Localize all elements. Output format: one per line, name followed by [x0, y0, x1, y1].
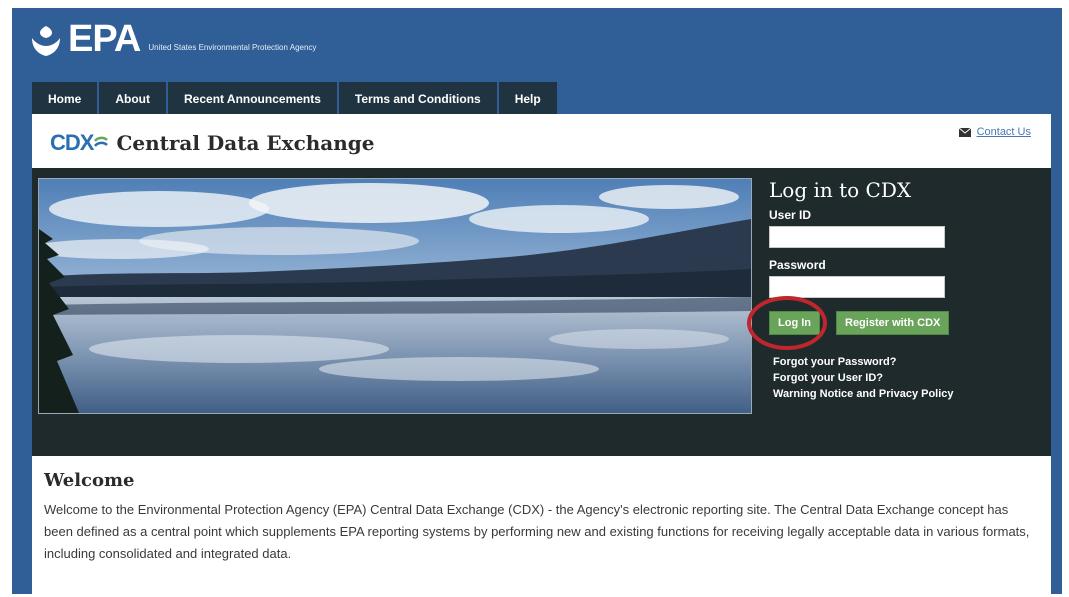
hero-band: Log in to CDX User ID Password Log In Re… [32, 168, 1051, 456]
cdx-logo[interactable]: CDX Central Data Exchange [50, 130, 375, 156]
forgot-password-link[interactable]: Forgot your Password? [773, 356, 1039, 368]
content-container: CDX Central Data Exchange Contact Us Log… [32, 114, 1051, 594]
epa-logo[interactable]: EPA United States Environmental Protecti… [28, 20, 316, 58]
user-id-input[interactable] [769, 226, 945, 248]
mail-icon [958, 127, 971, 137]
nav-item-help[interactable]: Help [498, 82, 557, 114]
login-title: Log in to CDX [769, 178, 912, 202]
contact-us-link[interactable]: Contact Us [977, 126, 1031, 138]
main-nav: Home About Recent Announcements Terms an… [32, 82, 559, 114]
login-panel: Log in to CDX User ID Password Log In Re… [747, 172, 1039, 404]
login-button-row: Log In Register with CDX [747, 296, 1039, 350]
hero-image [38, 178, 752, 414]
cdx-swoosh-icon [94, 136, 109, 147]
epa-header: EPA United States Environmental Protecti… [12, 8, 1062, 80]
password-input[interactable] [769, 276, 945, 298]
cdx-title-bar: CDX Central Data Exchange Contact Us [32, 114, 1051, 168]
agency-name: United States Environmental Protection A… [148, 43, 317, 52]
login-button[interactable]: Log In [769, 311, 820, 335]
welcome-section: Welcome Welcome to the Environmental Pro… [44, 470, 1034, 565]
lake-landscape-image [39, 179, 751, 413]
nav-item-recent-announcements[interactable]: Recent Announcements [168, 82, 337, 114]
cdx-logo-text: CDX [50, 130, 94, 155]
nav-item-about[interactable]: About [99, 82, 166, 114]
login-links: Forgot your Password? Forgot your User I… [769, 356, 1039, 400]
forgot-user-id-link[interactable]: Forgot your User ID? [773, 372, 1039, 384]
page-title: Central Data Exchange [116, 131, 375, 155]
welcome-heading: Welcome [44, 470, 135, 491]
password-label: Password [769, 258, 826, 272]
nav-item-terms[interactable]: Terms and Conditions [338, 82, 497, 114]
epa-logo-icon [32, 26, 60, 56]
contact-us[interactable]: Contact Us [958, 126, 1031, 138]
epa-wordmark: EPA [68, 18, 141, 60]
register-button[interactable]: Register with CDX [836, 311, 950, 335]
privacy-policy-link[interactable]: Warning Notice and Privacy Policy [773, 388, 1039, 400]
nav-item-home[interactable]: Home [32, 82, 98, 114]
welcome-text: Welcome to the Environmental Protection … [44, 502, 1030, 561]
user-id-label: User ID [769, 208, 812, 222]
page-frame: EPA United States Environmental Protecti… [12, 8, 1062, 594]
